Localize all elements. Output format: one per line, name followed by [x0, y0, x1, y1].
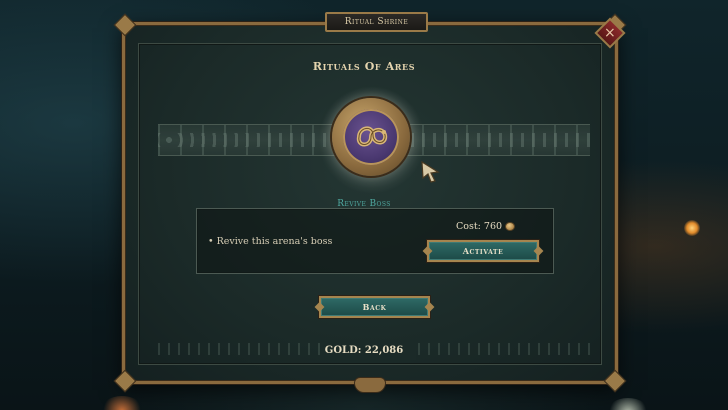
back-button[interactable]: Back	[319, 296, 430, 318]
background-torch-glow	[684, 220, 700, 236]
background-orb-right	[606, 398, 650, 410]
gold-counter: GOLD: 22,086	[324, 345, 404, 356]
medallion-core	[343, 109, 399, 165]
revive-description: • Revive this arena's boss	[208, 236, 333, 247]
background-orb-left	[100, 396, 144, 410]
panel-heading: Rituals Of Ares	[312, 60, 416, 73]
window-title: Ritual Shrine	[325, 12, 428, 32]
mouse-cursor-icon	[421, 160, 440, 183]
section-label: Revive Boss	[337, 199, 391, 209]
frame-corner-ornament	[603, 369, 627, 393]
game-scene: Ritual Shrine × Rituals Of Ares Revive B…	[0, 0, 728, 410]
gold-coin-icon	[505, 222, 516, 231]
frame-corner-ornament	[113, 13, 137, 37]
ritual-medallion[interactable]	[332, 98, 410, 176]
activate-button[interactable]: Activate	[427, 240, 539, 262]
frame-bottom-ornament	[354, 377, 386, 393]
close-icon: ×	[604, 24, 616, 41]
cost-display: Cost: 760	[456, 221, 516, 232]
ouroboros-icon	[356, 126, 388, 147]
cost-text: Cost: 760	[456, 221, 503, 232]
frame-corner-ornament	[113, 369, 137, 393]
